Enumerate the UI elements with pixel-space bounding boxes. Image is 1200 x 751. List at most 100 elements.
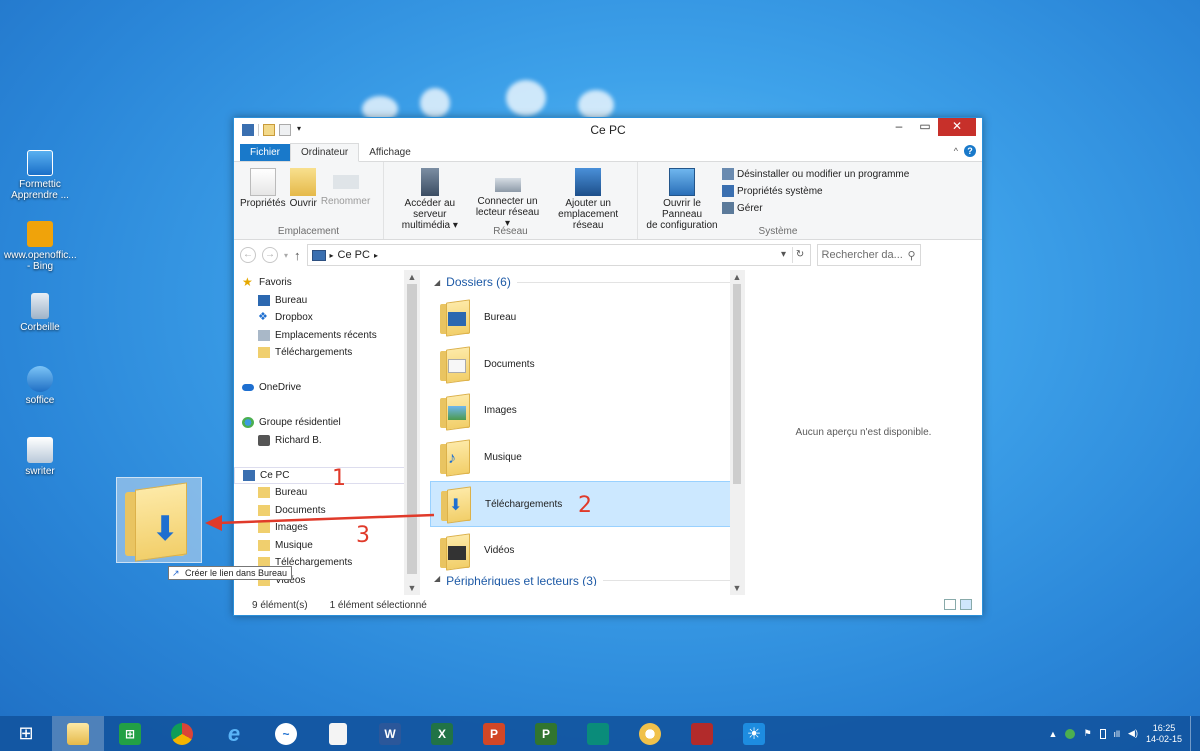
taskbar-file-explorer[interactable]: [52, 716, 104, 751]
folder-tile-videos[interactable]: Vidéos: [430, 527, 732, 574]
clock-time: 16:25: [1152, 722, 1176, 733]
desktop-icon-bing[interactable]: www.openoffic... - Bing: [4, 221, 77, 272]
properties-icon[interactable]: [263, 124, 275, 136]
photos-icon: [587, 722, 609, 745]
scroll-up-icon[interactable]: ▲: [730, 270, 744, 284]
folders-section-header[interactable]: ◢ Dossiers (6): [430, 270, 744, 294]
taskbar-project[interactable]: P: [520, 716, 572, 751]
clock[interactable]: 16:25 14-02-15: [1146, 723, 1182, 745]
folder-name: Bureau: [484, 311, 517, 323]
nav-item-bureau[interactable]: Bureau: [234, 292, 420, 310]
nav-label: Bureau: [275, 294, 308, 306]
address-path[interactable]: Ce PC: [338, 249, 370, 261]
add-location-label: Ajouter un: [565, 198, 611, 209]
show-hidden-icons-icon[interactable]: ▲: [1049, 729, 1058, 739]
new-folder-icon[interactable]: [279, 124, 291, 136]
desktop-icon: [258, 294, 270, 306]
system-properties-button[interactable]: Propriétés système: [722, 185, 909, 197]
search-input[interactable]: Rechercher da... ⚲: [816, 244, 921, 266]
nav-scrollbar[interactable]: ▲ ▼: [404, 270, 420, 595]
up-button[interactable]: ↑: [294, 248, 301, 263]
nav-item-dropbox[interactable]: ❖ Dropbox: [234, 309, 420, 327]
nav-this-pc[interactable]: Ce PC: [234, 466, 420, 484]
tab-computer[interactable]: Ordinateur: [290, 143, 360, 162]
qat-dropdown-icon[interactable]: ▾: [295, 124, 303, 136]
chevron-right-icon[interactable]: ▸: [330, 251, 334, 260]
back-button[interactable]: ←: [240, 247, 256, 263]
nav-item-downloads[interactable]: Téléchargements: [234, 344, 420, 362]
taskbar-openoffice[interactable]: ~: [260, 716, 312, 751]
volume-icon[interactable]: ◀): [1128, 728, 1138, 739]
taskbar-paint[interactable]: [624, 716, 676, 751]
uninstall-button[interactable]: Désinstaller ou modifier un programme: [722, 168, 909, 180]
taskbar-powerpoint[interactable]: P: [468, 716, 520, 751]
taskbar-photos[interactable]: [572, 716, 624, 751]
nav-item-recent[interactable]: Emplacements récents: [234, 327, 420, 345]
file-list-scrollbar[interactable]: ▲ ▼: [730, 270, 744, 595]
taskbar-news[interactable]: [676, 716, 728, 751]
collapse-icon[interactable]: ◢: [434, 278, 440, 287]
flag-icon[interactable]: ⚑: [1083, 728, 1091, 739]
tab-file[interactable]: Fichier: [240, 144, 291, 161]
folder-tile-bureau[interactable]: Bureau: [430, 294, 732, 341]
taskbar-excel[interactable]: X: [416, 716, 468, 751]
taskbar-store[interactable]: ⊞: [104, 716, 156, 751]
nav-homegroup[interactable]: Groupe résidentiel: [234, 414, 420, 432]
title-bar[interactable]: ▾ Ce PC – ▭ ✕: [234, 118, 982, 142]
signal-icon[interactable]: ıll: [1114, 729, 1121, 739]
open-label: Ouvrir: [289, 198, 317, 209]
section-divider: [516, 281, 734, 283]
folder-tile-documents[interactable]: Documents: [430, 341, 732, 388]
scroll-thumb[interactable]: [733, 284, 741, 484]
taskbar-weather[interactable]: ☀: [728, 716, 780, 751]
collapse-ribbon-icon[interactable]: ^: [954, 146, 958, 156]
help-icon[interactable]: ?: [964, 145, 976, 157]
taskbar-document[interactable]: [312, 716, 364, 751]
nav-pc-bureau[interactable]: Bureau: [234, 484, 420, 502]
maximize-button[interactable]: ▭: [912, 118, 938, 136]
network-drive-icon: [494, 178, 521, 192]
address-bar[interactable]: ▸ Ce PC ▸ ▾ ↻: [306, 244, 811, 266]
desktop-icon-recycle-bin[interactable]: Corbeille: [4, 293, 76, 333]
pc-icon[interactable]: [242, 124, 254, 136]
minimize-button[interactable]: –: [886, 118, 912, 136]
tab-view[interactable]: Affichage: [359, 144, 421, 161]
scroll-down-icon[interactable]: ▼: [404, 581, 420, 595]
chevron-right-icon[interactable]: ▸: [374, 251, 378, 260]
manage-button[interactable]: Gérer: [722, 202, 909, 214]
desktop-icon-soffice[interactable]: soffice: [4, 366, 76, 406]
refresh-icon[interactable]: ↻: [791, 247, 808, 263]
word-icon: W: [379, 722, 401, 745]
nav-pc-musique[interactable]: Musique: [234, 537, 420, 555]
formettic-icon: [27, 150, 53, 176]
forward-button[interactable]: →: [262, 247, 278, 263]
taskbar-chrome[interactable]: [156, 716, 208, 751]
scroll-up-icon[interactable]: ▲: [404, 270, 420, 284]
sync-icon[interactable]: [1065, 728, 1076, 739]
nav-onedrive[interactable]: OneDrive: [234, 379, 420, 397]
scroll-thumb[interactable]: [407, 284, 417, 574]
large-icons-view-icon[interactable]: [960, 599, 972, 610]
details-view-icon[interactable]: [944, 599, 956, 610]
dropbox-icon: ❖: [258, 311, 268, 324]
taskbar-word[interactable]: W: [364, 716, 416, 751]
folder-tile-musique[interactable]: ♪ Musique: [430, 434, 732, 481]
desktop-icon-swriter[interactable]: swriter: [4, 437, 76, 477]
nav-pc-images[interactable]: Images: [234, 519, 420, 537]
close-button[interactable]: ✕: [938, 118, 976, 136]
nav-item-homegroup-user[interactable]: Richard B.: [234, 432, 420, 450]
devices-section-header[interactable]: ◢ Périphériques et lecteurs (3): [430, 574, 744, 586]
wallpaper-petal: [420, 88, 450, 118]
scroll-down-icon[interactable]: ▼: [730, 581, 744, 595]
taskbar-internet-explorer[interactable]: e: [208, 716, 260, 751]
recent-locations-icon[interactable]: ▾: [284, 251, 288, 260]
address-history-icon[interactable]: ▾: [776, 247, 792, 263]
folder-tile-images[interactable]: Images: [430, 387, 732, 434]
nav-favorites[interactable]: ★ Favoris: [234, 274, 420, 292]
nav-pc-documents[interactable]: Documents: [234, 502, 420, 520]
start-button[interactable]: ⊞: [0, 716, 52, 751]
collapse-icon[interactable]: ◢: [434, 574, 440, 583]
show-desktop-button[interactable]: [1190, 716, 1194, 751]
desktop-icon-formettic[interactable]: Formettic Apprendre ...: [4, 150, 76, 201]
battery-icon[interactable]: [1099, 728, 1106, 739]
